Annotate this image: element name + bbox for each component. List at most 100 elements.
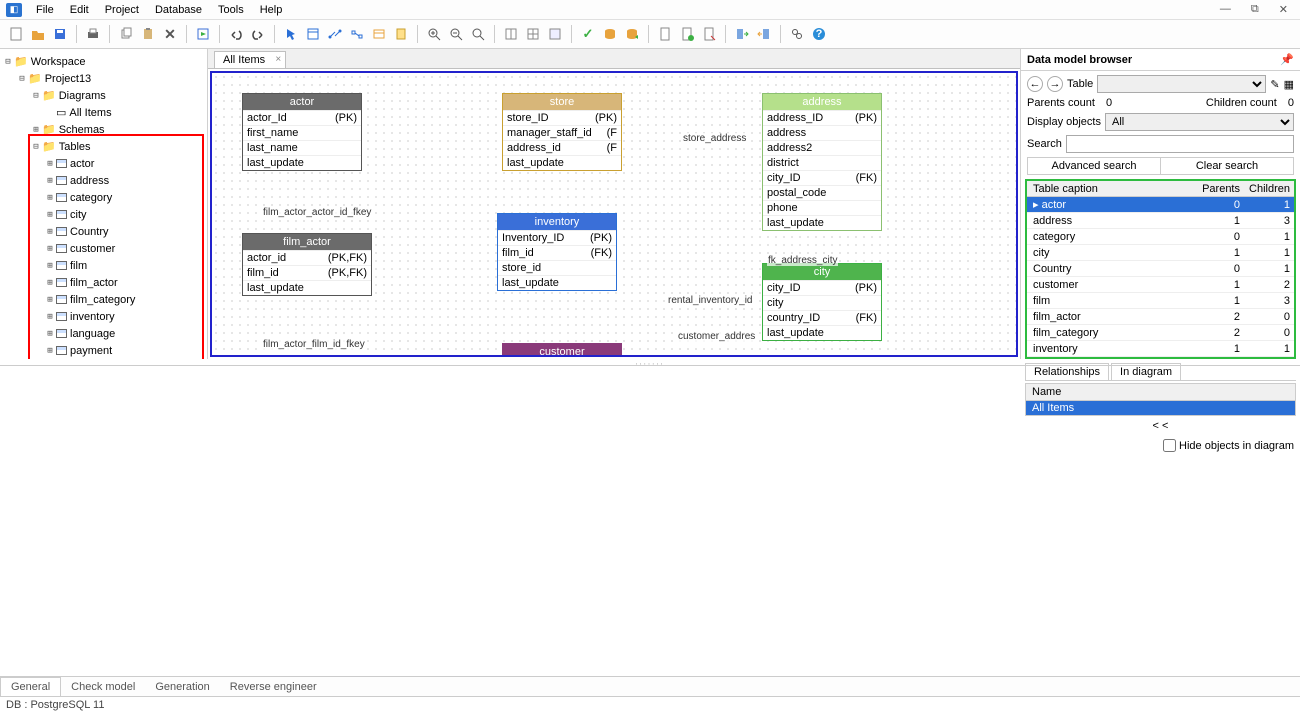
settings-icon[interactable]: [787, 24, 807, 44]
entity-city[interactable]: citycity_ID(PK)citycountry_ID(FK)last_up…: [762, 263, 882, 341]
mn-relation-icon[interactable]: [347, 24, 367, 44]
tree-table-film_category[interactable]: ⊞film_category: [2, 291, 207, 308]
edit-icon[interactable]: ✎: [1270, 78, 1279, 91]
nav-back-icon[interactable]: ←: [1027, 76, 1043, 92]
note-icon[interactable]: [391, 24, 411, 44]
tree-workspace[interactable]: ⊟📁Workspace: [2, 53, 207, 70]
undo-icon[interactable]: [226, 24, 246, 44]
entity-customer[interactable]: customerCustomer_ID(PK)store_IDfirst_nam…: [502, 343, 622, 357]
entity-actor[interactable]: actoractor_Id(PK)first_namelast_namelast…: [242, 93, 362, 171]
minimize-icon[interactable]: —: [1212, 3, 1239, 16]
display-combo[interactable]: All: [1105, 113, 1294, 131]
tree-table-film_actor[interactable]: ⊞film_actor: [2, 274, 207, 291]
db-sync2-icon[interactable]: [622, 24, 642, 44]
delete-icon[interactable]: ✕: [160, 24, 180, 44]
tree-project[interactable]: ⊟📁Project13: [2, 70, 207, 87]
redo-icon[interactable]: [248, 24, 268, 44]
relation-icon[interactable]: [325, 24, 345, 44]
check-icon[interactable]: ✓: [578, 24, 598, 44]
entity-inventory[interactable]: inventoryInventory_ID(PK)film_id(FK)stor…: [497, 213, 617, 291]
tree-table-payment[interactable]: ⊞payment: [2, 342, 207, 359]
tab-general[interactable]: General: [0, 677, 61, 696]
tab-check-model[interactable]: Check model: [61, 678, 145, 696]
table-tool-icon[interactable]: [303, 24, 323, 44]
grid-row-category[interactable]: category01: [1027, 229, 1294, 245]
run-icon[interactable]: [193, 24, 213, 44]
open-icon[interactable]: [28, 24, 48, 44]
panel-title: Data model browser: [1027, 54, 1132, 66]
advanced-search-button[interactable]: Advanced search: [1028, 158, 1161, 174]
export2-icon[interactable]: [754, 24, 774, 44]
entity-address[interactable]: addressaddress_ID(PK)addressaddress2dist…: [762, 93, 882, 231]
objects-grid[interactable]: Table caption Parents Children ▸ actor01…: [1025, 179, 1296, 359]
nav-fwd-icon[interactable]: →: [1047, 76, 1063, 92]
tab-close-icon[interactable]: ×: [275, 54, 281, 65]
grid-row-customer[interactable]: customer12: [1027, 277, 1294, 293]
grid-row-city[interactable]: city11: [1027, 245, 1294, 261]
copy-icon[interactable]: [116, 24, 136, 44]
doc3-icon[interactable]: [699, 24, 719, 44]
grid-row-film_category[interactable]: film_category20: [1027, 325, 1294, 341]
paste-icon[interactable]: [138, 24, 158, 44]
grid1-icon[interactable]: [501, 24, 521, 44]
restore-icon[interactable]: ⧉: [1243, 3, 1267, 16]
tab-generation[interactable]: Generation: [145, 678, 219, 696]
search-input[interactable]: [1066, 135, 1294, 153]
zoom-in-icon[interactable]: [424, 24, 444, 44]
tree-table-language[interactable]: ⊞language: [2, 325, 207, 342]
help-icon[interactable]: ?: [809, 24, 829, 44]
tree-diagrams[interactable]: ⊟📁Diagrams: [2, 87, 207, 104]
view-tool-icon[interactable]: [369, 24, 389, 44]
tree-table-category[interactable]: ⊞category: [2, 189, 207, 206]
col-children[interactable]: Children: [1244, 183, 1294, 195]
tree-table-film[interactable]: ⊞film: [2, 257, 207, 274]
menu-tools[interactable]: Tools: [210, 4, 252, 16]
tree-schemas[interactable]: ⊞📁Schemas: [2, 121, 207, 138]
pointer-icon[interactable]: [281, 24, 301, 44]
tab-allitems[interactable]: All Items×: [214, 51, 286, 68]
doc1-icon[interactable]: [655, 24, 675, 44]
menu-project[interactable]: Project: [97, 4, 147, 16]
menu-help[interactable]: Help: [252, 4, 291, 16]
entity-store[interactable]: storestore_ID(PK)manager_staff_id(Faddre…: [502, 93, 622, 171]
diagram-canvas[interactable]: actoractor_Id(PK)first_namelast_namelast…: [210, 71, 1018, 357]
col-parents[interactable]: Parents: [1194, 183, 1244, 195]
close-icon[interactable]: ✕: [1271, 3, 1296, 16]
grid3-icon[interactable]: [545, 24, 565, 44]
project-tree[interactable]: ⊟📁Workspace ⊟📁Project13 ⊟📁Diagrams ▭All …: [0, 49, 208, 359]
browse-icon[interactable]: ▦: [1284, 78, 1294, 91]
tree-table-city[interactable]: ⊞city: [2, 206, 207, 223]
grid-row-film[interactable]: film13: [1027, 293, 1294, 309]
col-caption[interactable]: Table caption: [1027, 183, 1194, 195]
grid-row-actor[interactable]: ▸ actor01: [1027, 197, 1294, 213]
tree-table-actor[interactable]: ⊞actor: [2, 155, 207, 172]
grid-row-address[interactable]: address13: [1027, 213, 1294, 229]
tree-table-Country[interactable]: ⊞Country: [2, 223, 207, 240]
tree-table-customer[interactable]: ⊞customer: [2, 240, 207, 257]
grid-row-film_actor[interactable]: film_actor20: [1027, 309, 1294, 325]
zoom-fit-icon[interactable]: [468, 24, 488, 44]
grid2-icon[interactable]: [523, 24, 543, 44]
fk-label: rental_inventory_id: [667, 295, 754, 306]
tree-tables[interactable]: ⊟📁Tables: [2, 138, 207, 155]
zoom-out-icon[interactable]: [446, 24, 466, 44]
grid-row-inventory[interactable]: inventory11: [1027, 341, 1294, 357]
new-icon[interactable]: [6, 24, 26, 44]
export1-icon[interactable]: [732, 24, 752, 44]
save-icon[interactable]: [50, 24, 70, 44]
object-combo[interactable]: [1097, 75, 1266, 93]
menu-file[interactable]: File: [28, 4, 62, 16]
grid-row-Country[interactable]: Country01: [1027, 261, 1294, 277]
entity-film-actor[interactable]: film_actoractor_id(PK,FK)film_id(PK,FK)l…: [242, 233, 372, 296]
print-icon[interactable]: [83, 24, 103, 44]
menu-edit[interactable]: Edit: [62, 4, 97, 16]
clear-search-button[interactable]: Clear search: [1161, 158, 1293, 174]
pin-icon[interactable]: 📌: [1280, 53, 1294, 66]
menu-database[interactable]: Database: [147, 4, 210, 16]
tree-table-address[interactable]: ⊞address: [2, 172, 207, 189]
tree-allitems[interactable]: ▭All Items: [2, 104, 207, 121]
doc2-icon[interactable]: [677, 24, 697, 44]
tab-reverse[interactable]: Reverse engineer: [220, 678, 327, 696]
db-sync1-icon[interactable]: [600, 24, 620, 44]
tree-table-inventory[interactable]: ⊞inventory: [2, 308, 207, 325]
